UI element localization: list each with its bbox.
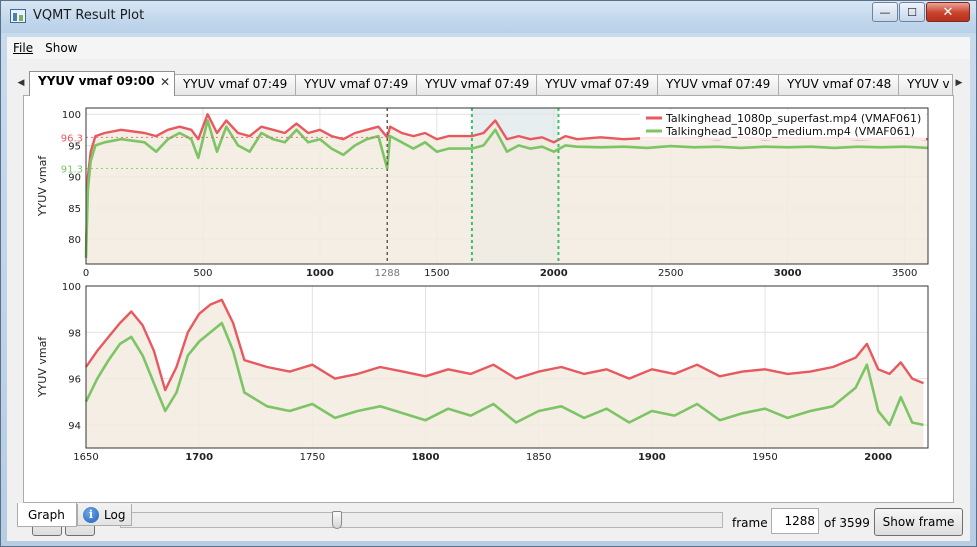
y-tick-label: 100 <box>62 282 81 293</box>
x-tick-label: 2000 <box>540 268 568 279</box>
tab-item[interactable]: YYUV vmaf 07:49 <box>536 74 658 95</box>
y-tick-label: 85 <box>68 204 81 215</box>
tab-label: YYUV vmaf 07:49 <box>183 77 288 91</box>
x-tick-label: 0 <box>83 268 89 279</box>
tab-item[interactable]: YYUV vmaf 07:49 <box>295 74 417 95</box>
x-tick-label: 1750 <box>300 452 325 460</box>
x-tick-label: 1700 <box>185 452 213 460</box>
frame-label: frame <box>732 516 768 530</box>
tab-item[interactable]: YYUV vmaf 07:49 <box>174 74 296 95</box>
x-tick-label: 3000 <box>774 268 802 279</box>
tab-log[interactable]: i Log <box>77 504 132 526</box>
info-icon: i <box>83 506 99 523</box>
tab-label: YYUV vmaf 07:49 <box>304 77 409 91</box>
tab-item[interactable]: YYUV vmaf 07:49 <box>416 74 537 95</box>
current-frame-marker-label: 1288 <box>375 268 400 279</box>
close-icon[interactable]: ✕ <box>926 2 970 22</box>
x-tick-label: 1000 <box>306 268 334 279</box>
x-tick-label: 2500 <box>658 268 683 279</box>
app-icon <box>10 9 26 23</box>
plot-area[interactable]: 1288 96.3 91.3 0 500 1000 1500 2000 2500 3000 3500… <box>30 104 932 460</box>
frame-input[interactable]: 1288 <box>771 508 819 534</box>
x-tick-label: 2000 <box>864 452 892 460</box>
tab-item[interactable]: YYUV v <box>898 74 953 95</box>
plot-tab-strip: ◀ YYUV vmaf 09:00 ✕ YYUV vmaf 07:49 YYUV… <box>15 71 965 96</box>
x-tick-label: 500 <box>193 268 212 279</box>
tab-label: YYUV vmaf 07:49 <box>425 77 530 91</box>
tab-label: YYUV vmaf 07:49 <box>666 77 771 91</box>
x-tick-label: 1850 <box>526 452 551 460</box>
frame-slider-thumb[interactable] <box>332 511 343 529</box>
tab-close-icon[interactable]: ✕ <box>160 75 170 89</box>
x-tick-label: 3500 <box>892 268 917 279</box>
menu-bar: File Show <box>7 37 970 59</box>
tab-label: YYUV vmaf 07:49 <box>545 77 650 91</box>
tab-graph[interactable]: Graph <box>17 503 77 527</box>
tab-log-label: Log <box>104 507 126 522</box>
y-axis-label: YYUV vmaf <box>36 336 49 398</box>
legend-entry: Talkinghead_1080p_medium.mp4 (VMAF061) <box>665 125 915 138</box>
y-tick-label: 95 <box>68 141 81 152</box>
x-tick-label: 1650 <box>73 452 98 460</box>
y-tick-label: 90 <box>68 173 81 184</box>
tab-label: YYUV v <box>907 77 950 91</box>
tab-yyuv-vmaf-0900[interactable]: YYUV vmaf 09:00 ✕ <box>29 71 175 96</box>
y-axis-label: YYUV vmaf <box>36 155 49 217</box>
frame-count-label: of 3599 <box>824 516 870 530</box>
maximize-icon[interactable]: ☐ <box>899 2 925 22</box>
window-title: VQMT Result Plot <box>33 8 145 23</box>
x-tick-label: 1500 <box>424 268 449 279</box>
y-tick-label: 98 <box>68 328 81 339</box>
y-tick-label: 80 <box>68 235 81 246</box>
tab-item[interactable]: YYUV vmaf 07:49 <box>657 74 779 95</box>
title-bar[interactable]: VQMT Result Plot — ☐ ✕ <box>1 1 976 33</box>
x-tick-label: 1800 <box>412 452 440 460</box>
client-area: ◀ YYUV vmaf 09:00 ✕ YYUV vmaf 07:49 YYUV… <box>7 59 970 541</box>
plot-tab-panel: 1288 96.3 91.3 0 500 1000 1500 2000 2500 3000 3500… <box>23 95 963 536</box>
app-window: VQMT Result Plot — ☐ ✕ File Show ◀ YYUV … <box>0 0 977 547</box>
y-tick-label: 96 <box>68 375 81 386</box>
x-tick-label: 1900 <box>638 452 666 460</box>
tab-item[interactable]: YYUV vmaf 07:48 <box>778 74 899 95</box>
tab-scroll-right-icon[interactable]: ▶ <box>953 73 965 93</box>
y-tick-label: 100 <box>62 110 81 121</box>
menu-file-label: File <box>13 41 34 55</box>
tab-label: YYUV vmaf 07:48 <box>787 77 892 91</box>
x-tick-label: 1950 <box>752 452 777 460</box>
minimize-icon[interactable]: — <box>872 2 898 22</box>
plots-svg[interactable]: 128896.391.30 500 1000 1500 2000 2500 3000 3500… <box>30 104 932 460</box>
menu-show[interactable]: Show <box>39 41 83 55</box>
caption-buttons: — ☐ ✕ <box>871 2 970 22</box>
menu-show-label: Show <box>45 41 78 55</box>
legend-entry: Talkinghead_1080p_superfast.mp4 (VMAF061… <box>665 112 921 125</box>
tab-scroll-left-icon[interactable]: ◀ <box>15 73 27 93</box>
y-tick-label: 94 <box>68 421 81 432</box>
show-frame-button[interactable]: Show frame <box>874 508 963 536</box>
menu-file[interactable]: File <box>7 41 39 55</box>
tab-label: YYUV vmaf 09:00 <box>38 74 155 88</box>
tab-graph-label: Graph <box>28 507 65 522</box>
bottom-tab-strip: Graph i Log <box>17 503 217 529</box>
